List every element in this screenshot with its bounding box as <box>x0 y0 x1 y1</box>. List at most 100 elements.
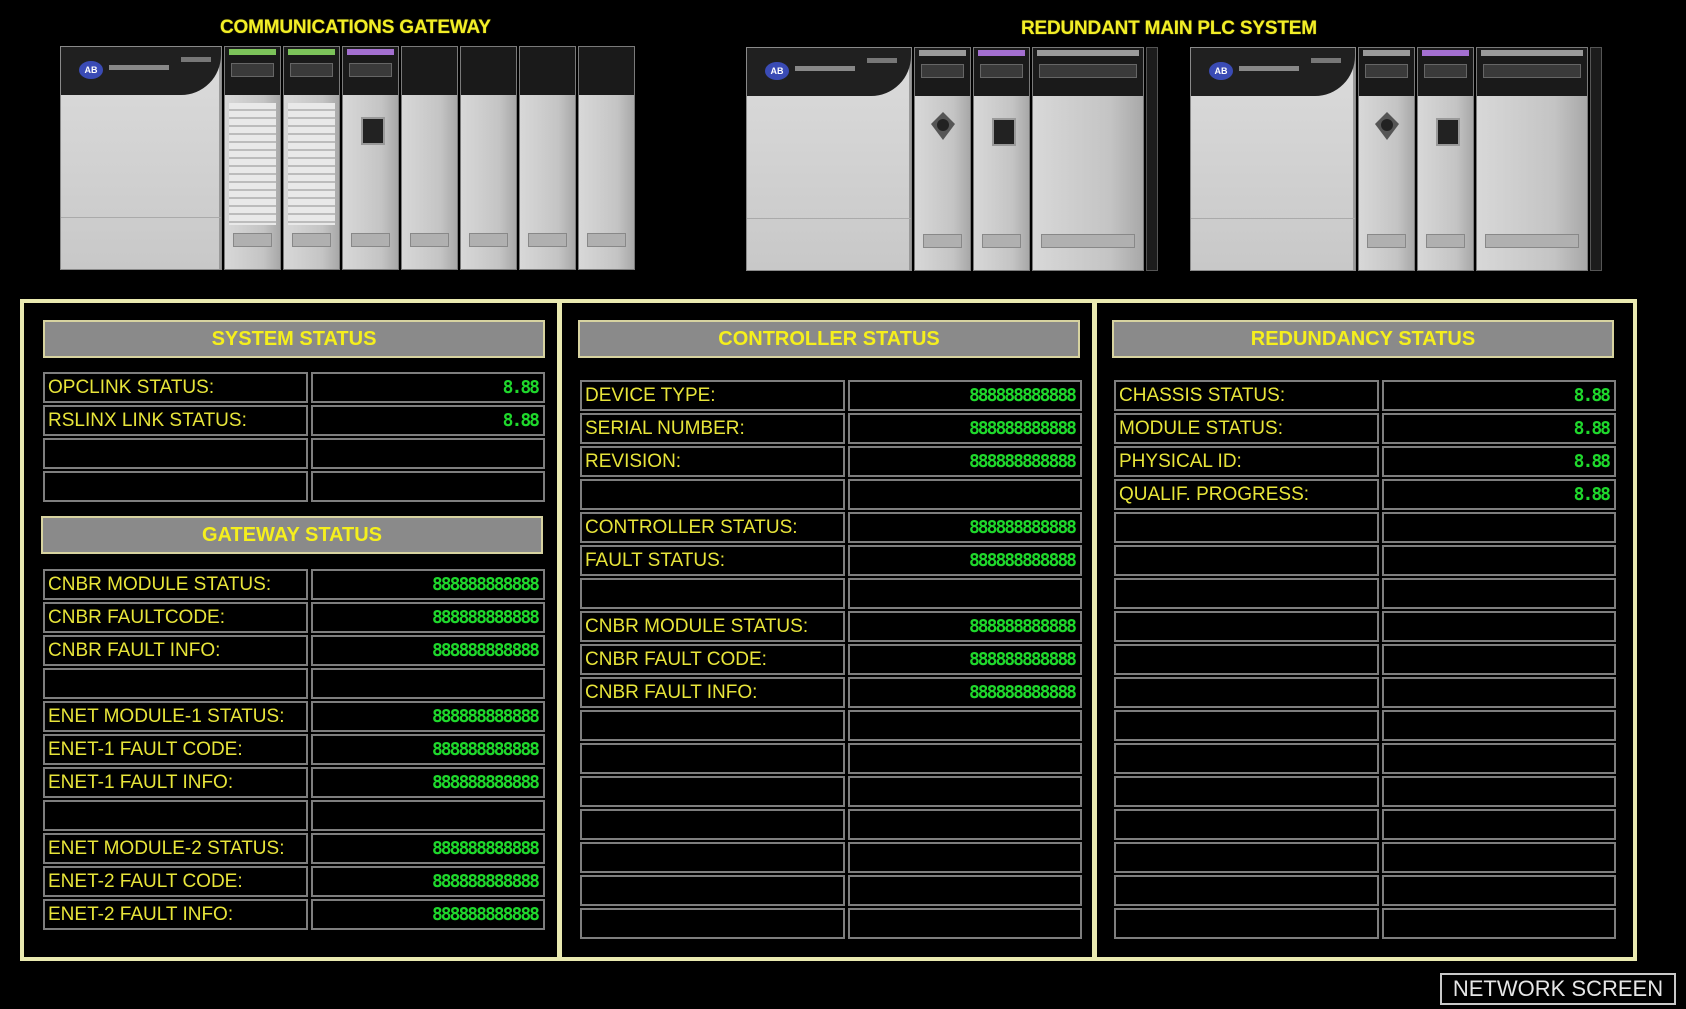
status-row: CHASSIS STATUS: 8.88 <box>1114 380 1616 411</box>
status-value: 888888888888 <box>848 644 1082 675</box>
keyswitch-icon <box>930 112 955 140</box>
power-supply-module: AB <box>60 46 222 270</box>
status-row <box>580 776 1082 807</box>
status-row: ENET-1 FAULT CODE: 888888888888 <box>43 734 545 765</box>
status-label: ENET MODULE-2 STATUS: <box>43 833 308 864</box>
status-row: DEVICE TYPE: 888888888888 <box>580 380 1082 411</box>
system-status-header: SYSTEM STATUS <box>43 320 545 358</box>
status-label <box>580 479 845 510</box>
status-label: ENET-2 FAULT INFO: <box>43 899 308 930</box>
status-row: CNBR FAULTCODE: 888888888888 <box>43 602 545 633</box>
network-screen-button[interactable]: NETWORK SCREEN <box>1440 973 1676 1005</box>
allen-bradley-logo-icon: AB <box>1209 62 1233 80</box>
status-value <box>1382 578 1616 609</box>
status-value <box>1382 842 1616 873</box>
power-supply-module: AB <box>1190 47 1356 271</box>
status-value <box>1382 512 1616 543</box>
status-value <box>1382 611 1616 642</box>
status-row: CONTROLLER STATUS: 888888888888 <box>580 512 1082 543</box>
status-row <box>580 875 1082 906</box>
status-label <box>43 800 308 831</box>
comm-module-slot <box>973 47 1030 271</box>
status-value <box>848 479 1082 510</box>
status-label <box>580 776 845 807</box>
status-value: 8.88 <box>1382 479 1616 510</box>
chassis-endcap <box>1146 47 1158 271</box>
comm-module-slot <box>1417 47 1474 271</box>
status-row <box>1114 677 1616 708</box>
redundant-chassis-a-image[interactable]: AB <box>746 47 1158 271</box>
status-label: DEVICE TYPE: <box>580 380 845 411</box>
empty-slot <box>519 46 576 270</box>
status-value: 888888888888 <box>311 833 545 864</box>
status-value <box>311 800 545 831</box>
empty-slot <box>460 46 517 270</box>
status-label: CNBR FAULT INFO: <box>43 635 308 666</box>
status-value <box>848 908 1082 939</box>
redundancy-module-slot <box>1032 47 1144 271</box>
status-label <box>580 578 845 609</box>
network-port-icon <box>360 117 385 145</box>
status-row <box>1114 908 1616 939</box>
status-value <box>311 438 545 469</box>
status-value <box>848 875 1082 906</box>
status-value <box>848 776 1082 807</box>
power-supply-module: AB <box>746 47 912 271</box>
status-label <box>1114 611 1379 642</box>
status-label <box>1114 578 1379 609</box>
gateway-chassis-image[interactable]: AB <box>60 46 635 270</box>
controller-module-slot <box>914 47 971 271</box>
network-port-icon <box>1435 118 1460 146</box>
status-value <box>1382 743 1616 774</box>
status-value: 888888888888 <box>848 380 1082 411</box>
status-label <box>43 471 308 502</box>
status-value: 8.88 <box>1382 446 1616 477</box>
empty-slot <box>578 46 635 270</box>
status-label <box>580 743 845 774</box>
controller-status-header: CONTROLLER STATUS <box>578 320 1080 358</box>
status-label: SERIAL NUMBER: <box>580 413 845 444</box>
status-value: 888888888888 <box>848 446 1082 477</box>
status-row: CNBR FAULT INFO: 888888888888 <box>43 635 545 666</box>
status-value: 888888888888 <box>311 734 545 765</box>
status-row <box>580 743 1082 774</box>
status-row: RSLINX LINK STATUS: 8.88 <box>43 405 545 436</box>
controller-module-slot <box>1358 47 1415 271</box>
status-value: 8.88 <box>1382 380 1616 411</box>
status-value: 888888888888 <box>311 866 545 897</box>
status-label: CNBR FAULTCODE: <box>43 602 308 633</box>
status-row: ENET MODULE-1 STATUS: 888888888888 <box>43 701 545 732</box>
status-label: ENET-1 FAULT INFO: <box>43 767 308 798</box>
allen-bradley-logo-icon: AB <box>765 62 789 80</box>
status-label: CONTROLLER STATUS: <box>580 512 845 543</box>
status-label <box>580 710 845 741</box>
status-row <box>1114 611 1616 642</box>
status-row: CNBR MODULE STATUS: 888888888888 <box>43 569 545 600</box>
status-row: QUALIF. PROGRESS: 8.88 <box>1114 479 1616 510</box>
status-value: 8.88 <box>311 372 545 403</box>
status-value <box>1382 875 1616 906</box>
status-label: MODULE STATUS: <box>1114 413 1379 444</box>
status-label <box>1114 545 1379 576</box>
status-label: ENET-1 FAULT CODE: <box>43 734 308 765</box>
status-label: CNBR MODULE STATUS: <box>580 611 845 642</box>
status-label: RSLINX LINK STATUS: <box>43 405 308 436</box>
status-row <box>43 800 545 831</box>
status-label <box>1114 677 1379 708</box>
status-label <box>1114 776 1379 807</box>
status-label: CNBR MODULE STATUS: <box>43 569 308 600</box>
io-module-slot <box>283 46 340 270</box>
status-row <box>580 578 1082 609</box>
status-value <box>1382 644 1616 675</box>
redundant-chassis-b-image[interactable]: AB <box>1190 47 1602 271</box>
status-row <box>580 842 1082 873</box>
status-value <box>848 842 1082 873</box>
status-label <box>580 875 845 906</box>
status-label <box>580 809 845 840</box>
status-label: REVISION: <box>580 446 845 477</box>
status-value <box>1382 677 1616 708</box>
status-label: CHASSIS STATUS: <box>1114 380 1379 411</box>
status-value <box>311 668 545 699</box>
status-row <box>1114 644 1616 675</box>
status-value <box>1382 776 1616 807</box>
